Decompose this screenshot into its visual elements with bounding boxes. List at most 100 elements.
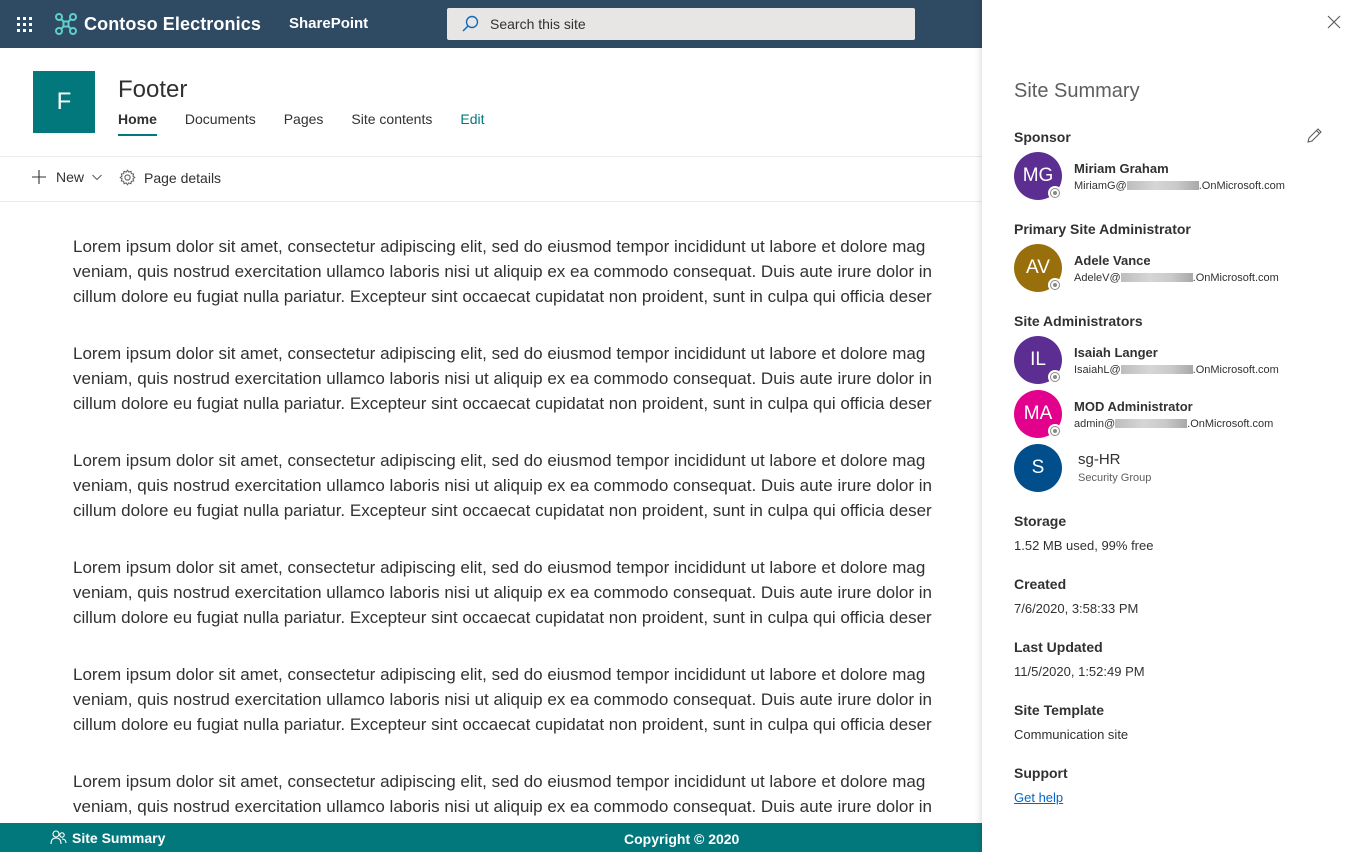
redacted-block: [1115, 419, 1188, 428]
app-launcher-button[interactable]: [0, 0, 48, 48]
nav-documents[interactable]: Documents: [185, 111, 256, 137]
new-button[interactable]: New: [31, 169, 103, 185]
paragraph-line: cillum dolore eu fugiat nulla pariatur. …: [73, 394, 932, 413]
paragraph-line: veniam, quis nostrud exercitation ullamc…: [73, 583, 932, 602]
app-name[interactable]: SharePoint: [289, 15, 368, 32]
plus-icon: [32, 170, 46, 184]
gear-icon: [119, 169, 136, 186]
site-template-label: Site Template: [1014, 702, 1104, 718]
panel-title: Site Summary: [1014, 80, 1140, 102]
paragraph-line: cillum dolore eu fugiat nulla pariatur. …: [73, 501, 932, 520]
presence-offline-icon: [1048, 424, 1062, 438]
site-navigation: Home Documents Pages Site contents Edit: [118, 111, 512, 137]
chevron-down-icon: [92, 174, 102, 181]
text-paragraph: Lorem ipsum dolor sit amet, consectetur …: [73, 555, 982, 630]
person-email: AdeleV@ .OnMicrosoft.com: [1074, 272, 1279, 284]
brand[interactable]: Contoso Electronics: [54, 11, 261, 37]
new-label: New: [56, 169, 85, 185]
email-suffix: .OnMicrosoft.com: [1192, 272, 1279, 284]
paragraph-line: Lorem ipsum dolor sit amet, consectetur …: [73, 451, 926, 470]
presence-offline-icon: [1048, 370, 1062, 384]
presence-offline-icon: [1048, 186, 1062, 200]
divider: [0, 201, 982, 202]
search-icon: [462, 15, 479, 32]
page-details-label: Page details: [144, 169, 222, 186]
text-paragraph: Lorem ipsum dolor sit amet, consectetur …: [73, 662, 982, 737]
site-template-value: Communication site: [1014, 727, 1129, 742]
presence-offline-icon: [1048, 278, 1062, 292]
paragraph-line: cillum dolore eu fugiat nulla pariatur. …: [73, 715, 932, 734]
paragraph-line: Lorem ipsum dolor sit amet, consectetur …: [73, 665, 926, 684]
brand-name: Contoso Electronics: [84, 13, 261, 34]
site-admins-label: Site Administrators: [1014, 313, 1143, 329]
person-name: Adele Vance: [1074, 253, 1151, 268]
redacted-block: [1126, 181, 1199, 190]
paragraph-line: veniam, quis nostrud exercitation ullamc…: [73, 690, 932, 709]
paragraph-line: cillum dolore eu fugiat nulla pariatur. …: [73, 608, 932, 627]
group-name: sg-HR: [1078, 451, 1121, 468]
person-email: admin@ .OnMicrosoft.com: [1074, 418, 1273, 430]
person-name: MOD Administrator: [1074, 399, 1193, 414]
paragraph-line: Lorem ipsum dolor sit amet, consectetur …: [73, 237, 926, 256]
site-summary-button[interactable]: Site Summary: [50, 829, 165, 846]
primary-admin-label: Primary Site Administrator: [1014, 221, 1191, 237]
site-admin-person[interactable]: IL Isaiah Langer IsaiahL@ .OnMicrosoft.co…: [1014, 336, 1344, 384]
site-footer: Site Summary Copyright © 2020: [0, 823, 982, 852]
paragraph-line: Lorem ipsum dolor sit amet, consectetur …: [73, 344, 926, 363]
nav-edit[interactable]: Edit: [460, 111, 484, 137]
command-bar: New Page details: [0, 157, 982, 201]
page-content: Lorem ipsum dolor sit amet, consectetur …: [73, 234, 982, 823]
text-paragraph: Lorem ipsum dolor sit amet, consectetur …: [73, 769, 982, 823]
primary-admin-person[interactable]: AV Adele Vance AdeleV@ .OnMicrosoft.com: [1014, 244, 1344, 292]
edit-pencil-icon[interactable]: [1305, 127, 1323, 145]
storage-label: Storage: [1014, 513, 1067, 529]
group-type: Security Group: [1078, 472, 1152, 484]
last-updated-value: 11/5/2020, 1:52:49 PM: [1014, 664, 1145, 679]
waffle-icon: [16, 16, 32, 32]
created-label: Created: [1014, 576, 1067, 592]
paragraph-line: veniam, quis nostrud exercitation ullamc…: [73, 476, 932, 495]
person-name: Isaiah Langer: [1074, 345, 1158, 360]
nav-site-contents[interactable]: Site contents: [351, 111, 432, 137]
person-email: IsaiahL@ .OnMicrosoft.com: [1074, 364, 1279, 376]
close-icon[interactable]: [1327, 15, 1341, 29]
person-email: MiriamG@ .OnMicrosoft.com: [1074, 180, 1285, 192]
paragraph-line: veniam, quis nostrud exercitation ullamc…: [73, 369, 932, 388]
paragraph-line: veniam, quis nostrud exercitation ullamc…: [73, 262, 932, 281]
nav-home[interactable]: Home: [118, 111, 157, 137]
get-help-link[interactable]: Get help: [1014, 790, 1063, 805]
nav-pages[interactable]: Pages: [284, 111, 324, 137]
email-suffix: .OnMicrosoft.com: [1198, 180, 1285, 192]
created-value: 7/6/2020, 3:58:33 PM: [1014, 601, 1139, 616]
email-prefix: AdeleV@: [1074, 272, 1121, 284]
text-paragraph: Lorem ipsum dolor sit amet, consectetur …: [73, 234, 982, 309]
site-logo[interactable]: F: [33, 71, 95, 133]
email-prefix: MiriamG@: [1074, 180, 1127, 192]
site-title: Footer: [118, 76, 188, 103]
email-suffix: .OnMicrosoft.com: [1192, 364, 1279, 376]
copyright-text: Copyright © 2020: [624, 831, 740, 847]
site-summary-panel: Site Summary Sponsor MG Miriam Graham Mi…: [982, 0, 1361, 852]
site-admin-group[interactable]: S sg-HR Security Group: [1014, 444, 1344, 492]
page-details-button[interactable]: Page details: [119, 169, 221, 186]
paragraph-line: cillum dolore eu fugiat nulla pariatur. …: [73, 287, 932, 306]
support-label: Support: [1014, 765, 1068, 781]
group-avatar: S: [1014, 444, 1062, 492]
email-prefix: admin@: [1074, 418, 1116, 430]
sponsor-person[interactable]: MG Miriam Graham MiriamG@ .OnMicrosoft.co…: [1014, 152, 1344, 200]
paragraph-line: Lorem ipsum dolor sit amet, consectetur …: [73, 772, 926, 791]
search-box[interactable]: [447, 8, 915, 40]
sponsor-label: Sponsor: [1014, 129, 1071, 145]
people-icon: [50, 830, 67, 845]
storage-value: 1.52 MB used, 99% free: [1014, 538, 1154, 553]
contoso-logo-icon: [55, 13, 77, 35]
redacted-block: [1120, 273, 1193, 282]
text-paragraph: Lorem ipsum dolor sit amet, consectetur …: [73, 448, 982, 523]
person-name: Miriam Graham: [1074, 161, 1169, 176]
last-updated-label: Last Updated: [1014, 639, 1103, 655]
email-prefix: IsaiahL@: [1074, 364, 1121, 376]
site-admin-person[interactable]: MA MOD Administrator admin@ .OnMicrosoft.…: [1014, 390, 1344, 438]
text-paragraph: Lorem ipsum dolor sit amet, consectetur …: [73, 341, 982, 416]
search-input[interactable]: [490, 16, 890, 32]
email-suffix: .OnMicrosoft.com: [1187, 418, 1274, 430]
